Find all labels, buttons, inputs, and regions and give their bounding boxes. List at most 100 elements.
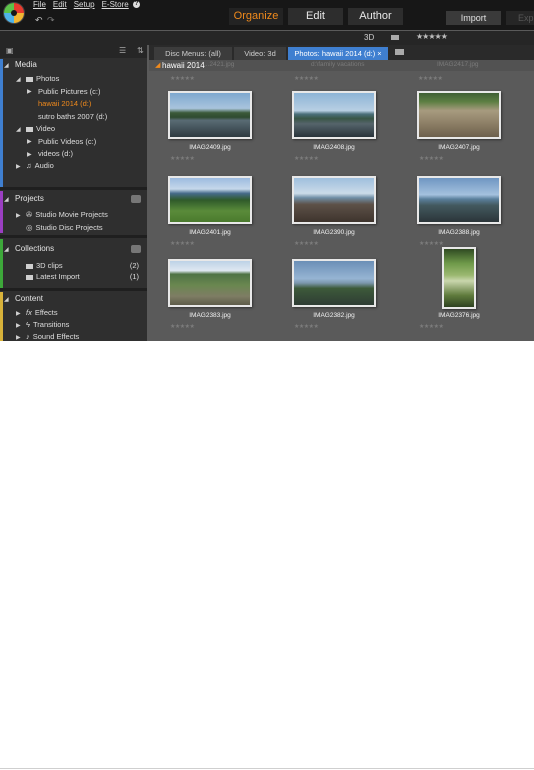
collapse-arrow-icon[interactable]: ◢ (4, 196, 9, 203)
main-menu: File Edit Setup E-Store (33, 0, 129, 9)
section-collections[interactable]: Collections (15, 244, 54, 253)
film-reel-icon: ✇ (26, 210, 33, 219)
add-folder-icon[interactable]: ▣ (6, 46, 14, 55)
tab-organize[interactable]: Organize (229, 8, 283, 25)
section-projects[interactable]: Projects (15, 194, 44, 203)
sidebar-item-studio-disc-projects[interactable]: ◎ Studio Disc Projects (26, 223, 103, 232)
navigator-toolbar: ▣ ☰ ⇅ (0, 45, 147, 58)
photo-filename: IMAG2409.jpg (189, 144, 231, 151)
photo-thumbnail[interactable] (292, 91, 376, 139)
photo-filename: IMAG2376.jpg (438, 312, 480, 319)
section-media[interactable]: Media (15, 60, 37, 69)
expand-arrow-icon[interactable]: ▶ (16, 334, 21, 341)
top-menu-bar: File Edit Setup E-Store ? ↶ ↷ Organize E… (0, 0, 534, 30)
project-tools-icon[interactable] (131, 195, 141, 203)
sidebar-item-audio[interactable]: ♫ Audio (26, 161, 54, 170)
tab-author[interactable]: Author (348, 8, 403, 25)
photo-thumbnail[interactable] (442, 247, 476, 309)
sidebar-item-video[interactable]: Video (26, 124, 55, 133)
photo-thumbnail[interactable] (168, 259, 252, 307)
sidebar-item-effects[interactable]: fx Effects (26, 308, 58, 317)
collection-count: (2) (129, 261, 139, 270)
photo-thumbnail[interactable] (168, 91, 252, 139)
expand-arrow-icon[interactable]: ▶ (27, 138, 32, 145)
photo-thumbnail[interactable] (292, 176, 376, 224)
import-button[interactable]: Import (446, 11, 501, 25)
collapse-arrow-icon[interactable]: ◢ (16, 76, 21, 83)
expand-arrow-icon[interactable]: ▶ (27, 151, 32, 158)
tab-disc-menus[interactable]: Disc Menus: (all) (154, 47, 232, 60)
expand-arrow-icon[interactable]: ▶ (27, 88, 32, 95)
tab-photos-hawaii[interactable]: Photos: hawaii 2014 (d:) × (288, 47, 388, 60)
photo-filename: IMAG2382.jpg (313, 312, 355, 319)
collapse-arrow-icon[interactable]: ◢ (4, 62, 9, 69)
sidebar-item-label: Photos (36, 74, 60, 83)
menu-edit[interactable]: Edit (53, 0, 67, 9)
sidebar-item-latest-import[interactable]: Latest Import (26, 272, 80, 281)
rating-stars[interactable]: ★★★★★ (419, 155, 444, 162)
rating-stars[interactable]: ★★★★★ (170, 323, 195, 330)
rating-stars[interactable]: ★★★★★ (170, 155, 195, 162)
tab-label: Photos: hawaii 2014 (d:) (294, 49, 376, 58)
section-divider (0, 288, 147, 291)
menu-estore[interactable]: E-Store (102, 0, 129, 9)
sidebar-item-label: Latest Import (36, 272, 80, 281)
rating-stars[interactable]: ★★★★★ (294, 155, 319, 162)
rating-stars[interactable]: ★★★★★ (170, 240, 195, 247)
photo-filename: IMAG2383.jpg (189, 312, 231, 319)
expand-arrow-icon[interactable]: ▶ (16, 163, 21, 170)
tab-video-3d[interactable]: Video: 3d (234, 47, 286, 60)
expand-arrow-icon[interactable]: ▶ (16, 322, 21, 329)
sort-icon[interactable]: ⇅ (137, 46, 144, 55)
sidebar-item-videos-d[interactable]: videos (d:) (38, 149, 73, 158)
undo-icon[interactable]: ↶ (35, 15, 43, 26)
photo-thumbnail[interactable] (168, 176, 252, 224)
expand-arrow-icon[interactable]: ▶ (16, 212, 21, 219)
new-tab-icon[interactable] (395, 49, 404, 55)
photo-thumbnail[interactable] (292, 259, 376, 307)
collapse-arrow-icon[interactable]: ◢ (4, 246, 9, 253)
redo-icon[interactable]: ↷ (47, 15, 55, 26)
sidebar-item-sutro-baths[interactable]: sutro baths 2007 (d:) (38, 112, 107, 121)
sidebar-item-3d-clips[interactable]: 3D clips (26, 261, 63, 270)
3d-filter-toggle[interactable]: 3D (364, 33, 374, 42)
rating-stars[interactable]: ★★★★★ (419, 240, 444, 247)
rating-stars[interactable]: ★★★★★ (419, 323, 444, 330)
photo-filename: IMAG2401.jpg (189, 229, 231, 236)
photo-thumbnail[interactable] (417, 176, 501, 224)
library-tab-bar: Disc Menus: (all) Video: 3d Photos: hawa… (149, 45, 534, 60)
collapse-arrow-icon[interactable]: ◢ (16, 126, 21, 133)
sidebar-item-photos[interactable]: Photos (26, 74, 59, 83)
menu-setup[interactable]: Setup (74, 0, 95, 9)
sidebar-item-hawaii-2014[interactable]: hawaii 2014 (d:) (38, 99, 91, 108)
help-icon[interactable]: ? (133, 1, 140, 8)
sidebar-item-label: Studio Movie Projects (35, 210, 108, 219)
sidebar-item-public-videos[interactable]: Public Videos (c:) (38, 137, 96, 146)
section-content[interactable]: Content (15, 294, 43, 303)
fx-icon: fx (26, 308, 32, 317)
export-button[interactable]: Exp (506, 11, 534, 25)
close-tab-icon[interactable]: × (377, 49, 381, 58)
sidebar-item-studio-movie-projects[interactable]: ✇ Studio Movie Projects (26, 210, 108, 219)
rating-stars[interactable]: ★★★★★ (294, 240, 319, 247)
music-note-icon: ♪ (26, 332, 30, 341)
expand-arrow-icon[interactable]: ▶ (16, 310, 21, 317)
camera-icon[interactable] (391, 35, 399, 40)
rating-stars[interactable]: ★★★★★ (294, 323, 319, 330)
sidebar-item-label: 3D clips (36, 261, 63, 270)
sidebar-item-public-pictures[interactable]: Public Pictures (c:) (38, 87, 101, 96)
library-toolbar (0, 31, 534, 45)
menu-file[interactable]: File (33, 0, 46, 9)
sidebar-item-label: Sound Effects (32, 332, 80, 341)
collapse-folder-icon[interactable]: ◢ (155, 61, 160, 69)
photo-thumbnail[interactable] (417, 91, 501, 139)
sidebar-item-transitions[interactable]: ϟ Transitions (26, 320, 69, 329)
rating-filter-stars[interactable]: ★★★★★ (416, 32, 448, 41)
collection-tools-icon[interactable] (131, 245, 141, 253)
tab-edit[interactable]: Edit (288, 8, 343, 25)
sidebar-item-sound-effects[interactable]: ♪ Sound Effects (26, 332, 79, 341)
app-logo-icon[interactable] (4, 3, 24, 23)
list-view-icon[interactable]: ☰ (119, 46, 126, 55)
current-folder-name: hawaii 2014 (162, 61, 205, 70)
collapse-arrow-icon[interactable]: ◢ (4, 296, 9, 303)
